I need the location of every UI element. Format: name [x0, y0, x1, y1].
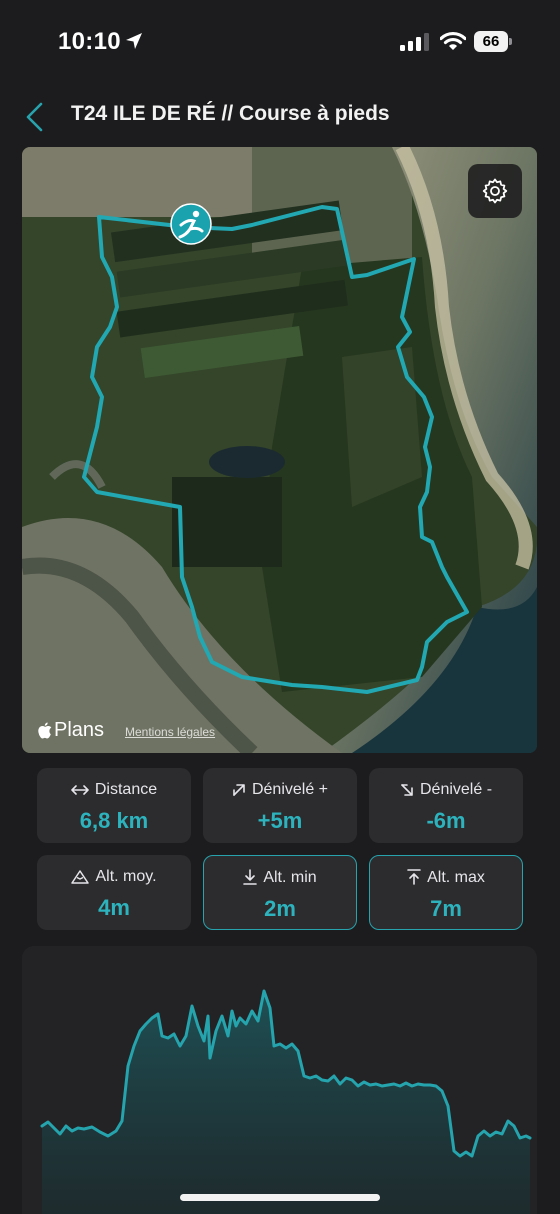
- stat-label: Dénivelé -: [419, 781, 493, 798]
- stat-elevation-gain: Dénivelé + +5m: [203, 768, 357, 843]
- map-settings-button[interactable]: [468, 164, 522, 218]
- home-indicator[interactable]: [180, 1194, 380, 1201]
- page-title: T24 ILE DE RÉ // Course à pieds: [71, 102, 390, 125]
- stat-distance: Distance 6,8 km: [37, 768, 191, 843]
- stat-label: Alt. min: [263, 869, 317, 886]
- stat-value: 6,8 km: [79, 808, 149, 833]
- location-arrow-icon: [126, 33, 142, 49]
- stat-label: Distance: [94, 781, 158, 798]
- horizontal-arrows-icon: [71, 785, 89, 795]
- stat-label: Alt. moy.: [95, 868, 157, 885]
- mountain-icon: [71, 870, 90, 884]
- stat-value: +5m: [257, 808, 303, 833]
- battery-icon: 66: [474, 31, 514, 52]
- cellular-signal-icon: [400, 33, 429, 51]
- stat-value: -6m: [426, 808, 466, 833]
- maps-brand-label: Plans: [54, 719, 105, 741]
- stat-label: Dénivelé +: [251, 781, 329, 798]
- wifi-icon: [440, 31, 466, 50]
- stat-value: 7m: [430, 896, 462, 921]
- stat-average-altitude: Alt. moy. 4m: [37, 855, 191, 930]
- legal-notice-link[interactable]: Mentions légales: [125, 725, 215, 739]
- runner-icon[interactable]: [170, 203, 212, 245]
- downhill-arrow-icon: [401, 784, 413, 796]
- maps-attribution: Plans: [38, 719, 104, 742]
- elevation-profile-chart[interactable]: [22, 946, 537, 1214]
- back-button[interactable]: [20, 100, 52, 134]
- satellite-map-image: [22, 147, 537, 753]
- download-arrow-icon: [243, 869, 258, 885]
- apple-logo-icon: [38, 722, 52, 739]
- stat-elevation-loss: Dénivelé - -6m: [369, 768, 523, 843]
- gear-icon: [482, 178, 508, 204]
- battery-level: 66: [474, 31, 508, 52]
- elevation-profile-graph: [40, 989, 532, 1214]
- upload-arrow-icon: [407, 869, 421, 885]
- stat-label: Alt. max: [427, 869, 485, 886]
- stat-value: 4m: [98, 895, 130, 920]
- route-map[interactable]: Plans Mentions légales: [22, 147, 537, 753]
- status-bar: 10:10 66: [0, 0, 560, 86]
- uphill-arrow-icon: [233, 784, 245, 796]
- stat-min-altitude[interactable]: Alt. min 2m: [203, 855, 357, 930]
- stat-max-altitude[interactable]: Alt. max 7m: [369, 855, 523, 930]
- stat-value: 2m: [264, 896, 296, 921]
- status-time: 10:10: [58, 28, 121, 55]
